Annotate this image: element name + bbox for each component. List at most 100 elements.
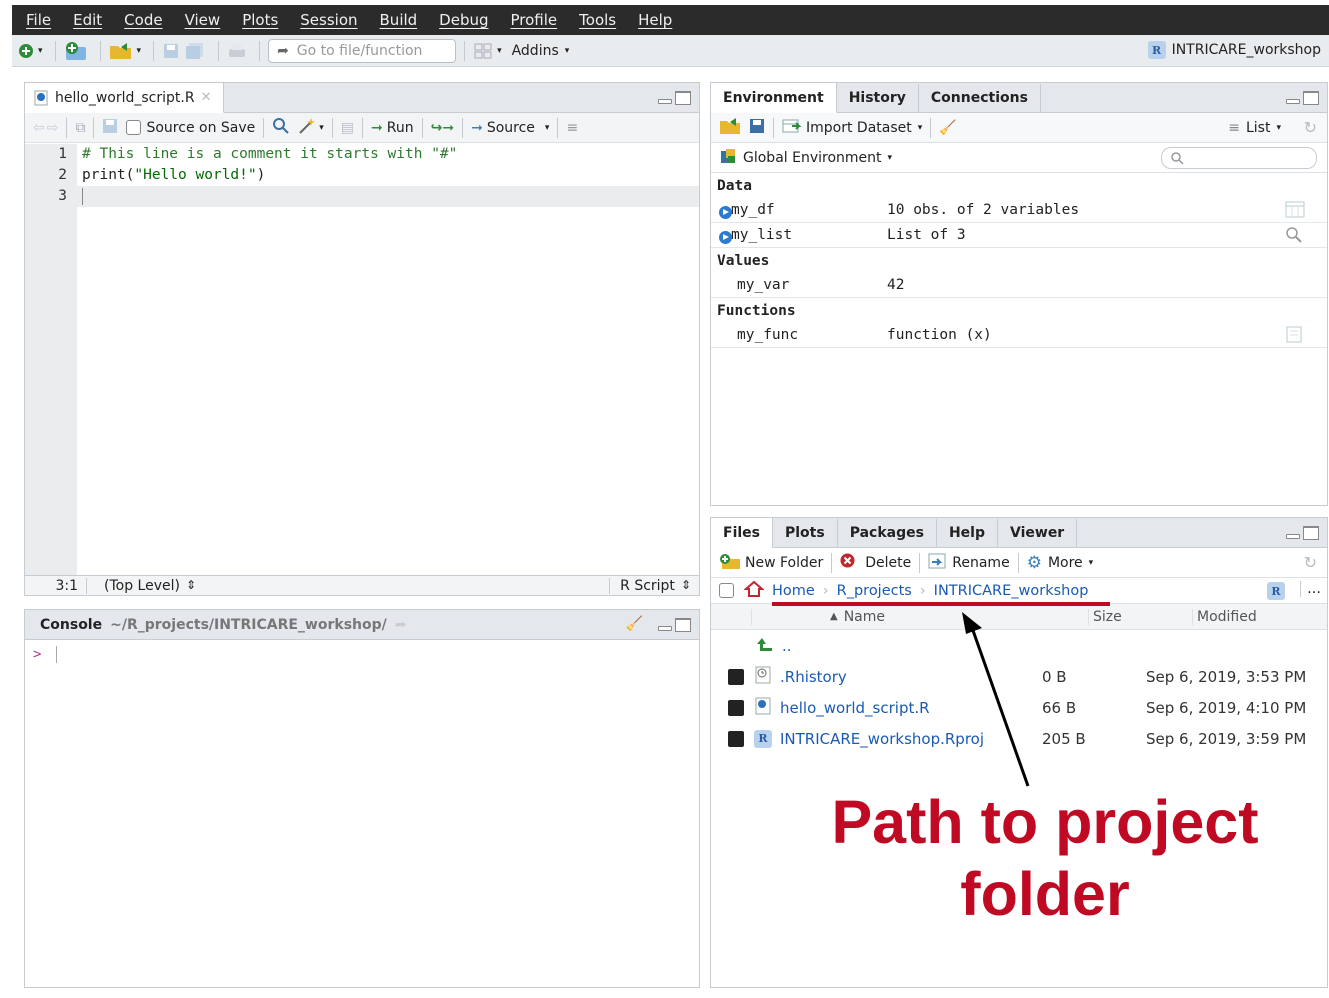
column-size[interactable]: Size — [1088, 608, 1192, 625]
menu-view[interactable]: View — [185, 11, 221, 29]
breadcrumb-intricare-workshop[interactable]: INTRICARE_workshop — [934, 583, 1089, 599]
save-all-icon[interactable] — [184, 40, 206, 62]
refresh-icon[interactable]: ↻ — [1304, 553, 1317, 572]
maximize-icon[interactable] — [1303, 526, 1319, 540]
search-icon[interactable] — [272, 117, 290, 139]
tab-viewer[interactable]: Viewer — [998, 519, 1078, 547]
print-icon[interactable] — [227, 40, 247, 62]
global-environment-menu[interactable]: Global Environment — [743, 150, 882, 166]
addins-menu[interactable]: Addins — [512, 43, 559, 59]
tab-help[interactable]: Help — [937, 519, 998, 547]
back-arrow-icon[interactable]: ⇦ — [33, 120, 45, 136]
source-on-save-checkbox[interactable]: Source on Save — [126, 120, 255, 136]
show-in-window-icon[interactable]: ⧉ — [75, 120, 85, 136]
column-modified[interactable]: Modified — [1192, 608, 1257, 625]
source-button[interactable]: ➞ Source ▾ — [471, 120, 549, 136]
tab-plots[interactable]: Plots — [773, 519, 838, 547]
tab-packages[interactable]: Packages — [838, 519, 937, 547]
rename-button[interactable]: Rename — [928, 553, 1010, 573]
clear-console-icon[interactable]: 🧹 — [626, 616, 643, 632]
file-name[interactable]: hello_world_script.R — [780, 699, 1042, 717]
new-file-icon[interactable] — [18, 40, 34, 62]
run-button[interactable]: ➞ Run — [371, 120, 414, 136]
view-mode-menu[interactable]: ≡ List ▾ — [1228, 120, 1281, 136]
console-title[interactable]: Console — [40, 617, 102, 633]
file-name[interactable]: INTRICARE_workshop.Rproj — [780, 730, 1042, 748]
env-row[interactable]: my_var 42 — [711, 273, 1327, 298]
minimize-icon[interactable] — [658, 625, 672, 631]
maximize-icon[interactable] — [1303, 91, 1319, 105]
chevron-down-icon[interactable]: ▾ — [38, 40, 43, 62]
breadcrumb-r-projects[interactable]: R_projects — [837, 583, 912, 599]
env-search-input[interactable] — [1161, 147, 1317, 169]
go-to-directory-icon[interactable]: ➦ — [395, 617, 407, 633]
tab-history[interactable]: History — [837, 84, 919, 112]
menu-debug[interactable]: Debug — [439, 11, 488, 29]
new-project-icon[interactable] — [64, 40, 88, 62]
open-folder-icon[interactable] — [109, 40, 133, 62]
close-icon[interactable]: ✕ — [201, 90, 212, 105]
menu-plots[interactable]: Plots — [242, 11, 278, 29]
chevron-down-icon[interactable]: ▾ — [888, 153, 893, 163]
chevron-down-icon[interactable]: ▾ — [565, 40, 570, 62]
menu-session[interactable]: Session — [300, 11, 357, 29]
chevron-down-icon[interactable]: ▾ — [137, 40, 142, 62]
magic-wand-icon[interactable] — [298, 117, 316, 139]
rerun-icon[interactable]: ↪➞ — [431, 120, 454, 136]
chevron-down-icon[interactable]: ▾ — [319, 123, 324, 133]
file-checkbox[interactable] — [728, 730, 744, 747]
minimize-icon[interactable] — [658, 98, 672, 104]
pane-layout-icon[interactable] — [473, 40, 493, 62]
menu-file[interactable]: File — [26, 11, 51, 29]
compile-report-icon[interactable]: ▤ — [341, 120, 354, 136]
delete-button[interactable]: Delete — [840, 553, 911, 572]
chevron-down-icon[interactable]: ▾ — [497, 40, 502, 62]
more-options[interactable]: ... — [1300, 581, 1321, 597]
column-name[interactable]: ▲ Name — [751, 608, 1088, 625]
magnifier-icon[interactable] — [1285, 226, 1303, 248]
menu-edit[interactable]: Edit — [73, 11, 102, 29]
menu-help[interactable]: Help — [638, 11, 672, 29]
maximize-icon[interactable] — [675, 618, 691, 632]
r-project-icon[interactable]: R — [1267, 582, 1285, 600]
more-menu[interactable]: ⚙ More ▾ — [1027, 553, 1094, 573]
view-function-icon[interactable] — [1285, 326, 1303, 348]
import-dataset-button[interactable]: Import Dataset ▾ — [782, 118, 922, 138]
env-row[interactable]: my_func function (x) — [711, 323, 1327, 348]
forward-arrow-icon[interactable]: ⇨ — [47, 120, 59, 136]
console-body[interactable]: > — [25, 640, 699, 669]
file-checkbox[interactable] — [728, 668, 744, 685]
breadcrumb-home[interactable]: Home — [772, 583, 815, 599]
load-workspace-icon[interactable] — [719, 117, 741, 139]
maximize-icon[interactable] — [675, 91, 691, 105]
file-row[interactable]: .Rhistory 0 B Sep 6, 2019, 3:53 PM — [711, 661, 1327, 692]
refresh-icon[interactable]: ↻ — [1304, 118, 1317, 137]
menu-tools[interactable]: Tools — [579, 11, 616, 29]
clear-workspace-icon[interactable]: 🧹 — [939, 120, 956, 136]
save-icon[interactable] — [162, 40, 180, 62]
new-folder-button[interactable]: New Folder — [719, 552, 823, 574]
goto-file-input[interactable]: ➦ Go to file/function — [268, 38, 457, 63]
parent-directory-row[interactable]: .. — [711, 630, 1327, 661]
editor-tab[interactable]: hello_world_script.R ✕ — [25, 83, 225, 113]
expand-icon[interactable] — [719, 231, 732, 244]
scope-selector[interactable]: (Top Level) ⇕ — [104, 578, 196, 594]
file-checkbox[interactable] — [728, 699, 744, 716]
document-outline-icon[interactable]: ≡ — [566, 120, 578, 136]
file-type-selector[interactable]: R Script ⇕ — [609, 577, 691, 594]
tab-files[interactable]: Files — [711, 518, 773, 548]
project-menu[interactable]: R INTRICARE_workshop — [1147, 41, 1321, 59]
file-row[interactable]: hello_world_script.R 66 B Sep 6, 2019, 4… — [711, 692, 1327, 723]
save-workspace-icon[interactable] — [749, 118, 765, 138]
menu-build[interactable]: Build — [380, 11, 418, 29]
expand-icon[interactable] — [719, 206, 732, 219]
env-row[interactable]: my_df 10 obs. of 2 variables — [711, 198, 1327, 223]
select-all-checkbox[interactable] — [719, 583, 734, 598]
save-icon[interactable] — [102, 118, 118, 138]
env-row[interactable]: my_list List of 3 — [711, 223, 1327, 248]
menu-profile[interactable]: Profile — [511, 11, 558, 29]
file-row[interactable]: R INTRICARE_workshop.Rproj 205 B Sep 6, … — [711, 723, 1327, 754]
minimize-icon[interactable] — [1286, 98, 1300, 104]
menu-code[interactable]: Code — [124, 11, 162, 29]
minimize-icon[interactable] — [1286, 533, 1300, 539]
